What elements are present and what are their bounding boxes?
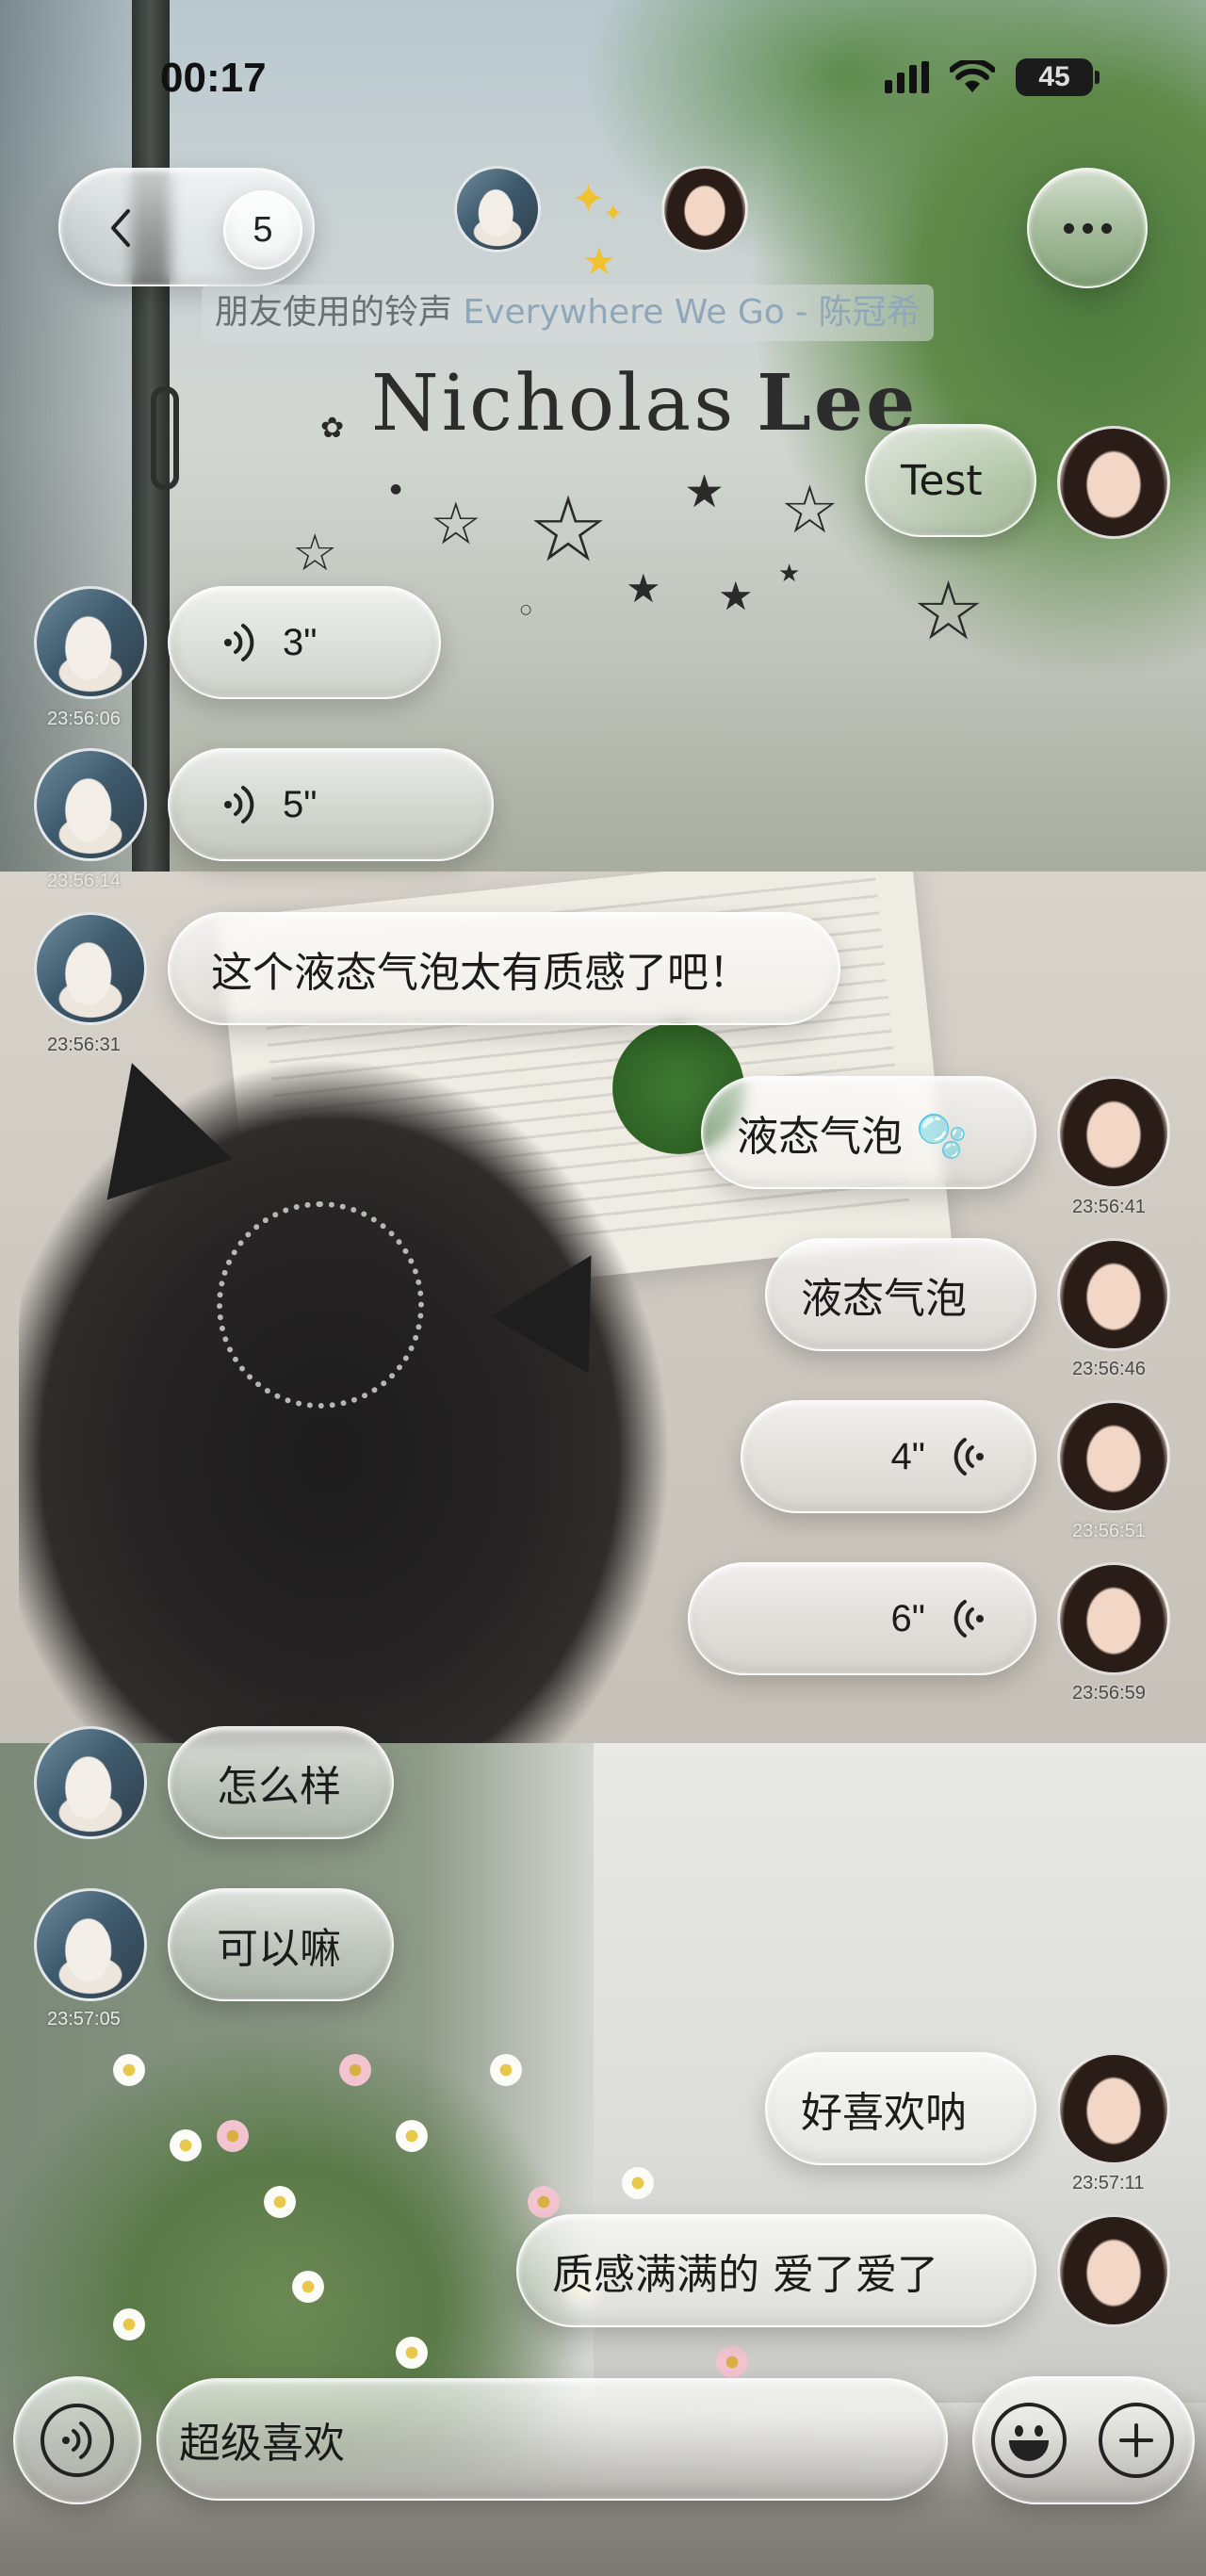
voice-wave-icon <box>224 624 254 661</box>
contact-avatar[interactable] <box>34 1888 147 2001</box>
name-first: Nicholas <box>371 359 737 448</box>
sparkle-icon: ✦ <box>571 175 606 223</box>
message-timestamp: 23:56:46 <box>1072 1359 1146 1379</box>
message-bubble-outgoing[interactable]: 好喜欢呐 <box>765 2052 1036 2165</box>
status-icons: 45 <box>885 58 1100 96</box>
my-avatar[interactable] <box>1057 1562 1170 1675</box>
battery-icon: 45 <box>1016 58 1100 96</box>
message-input-value: 超级喜欢 <box>179 2420 345 2468</box>
status-time: 00:17 <box>160 55 267 101</box>
contact-avatar[interactable] <box>34 748 147 861</box>
voice-toggle-icon <box>41 2404 114 2477</box>
message-timestamp: 23:56:51 <box>1072 1521 1146 1541</box>
message-text: 可以嘛 <box>217 1925 341 1973</box>
star-doodle: ☆ <box>292 523 338 582</box>
star-doodle: ★ <box>778 560 801 588</box>
message-input[interactable]: 超级喜欢 <box>156 2378 948 2501</box>
wifi-icon <box>950 60 995 94</box>
contact-avatar[interactable] <box>34 586 147 699</box>
my-avatar[interactable] <box>1057 2214 1170 2327</box>
contact-avatar[interactable] <box>454 166 541 253</box>
star-doodle: ☆ <box>430 489 482 558</box>
message-timestamp: 23:57:05 <box>47 2009 121 2030</box>
contact-avatar[interactable] <box>34 912 147 1025</box>
voice-duration: 4" <box>890 1435 925 1477</box>
voice-message-outgoing[interactable]: 4" <box>741 1400 1036 1513</box>
message-text: 这个液态气泡太有质感了吧！ <box>211 949 750 997</box>
voice-input-toggle[interactable] <box>13 2376 141 2504</box>
voice-wave-icon <box>953 1438 984 1475</box>
clover-outline-decoration <box>217 1201 424 1409</box>
voice-duration: 3" <box>283 621 318 663</box>
message-text: Test <box>901 456 983 505</box>
my-avatar[interactable] <box>1057 1238 1170 1351</box>
message-timestamp: 23:56:31 <box>47 1035 121 1055</box>
back-chevron-icon <box>111 209 130 247</box>
black-cat <box>19 1042 678 1743</box>
star-doodle: ★ <box>626 565 661 611</box>
message-text: 好喜欢呐 <box>801 2089 967 2137</box>
more-icon <box>1063 222 1074 234</box>
my-avatar[interactable] <box>1057 426 1170 539</box>
my-avatar[interactable] <box>661 166 748 253</box>
message-timestamp: 23:56:59 <box>1072 1683 1146 1704</box>
my-avatar[interactable] <box>1057 1400 1170 1513</box>
message-bubble-outgoing[interactable]: 质感满满的 爱了爱了 <box>516 2214 1036 2327</box>
voice-duration: 6" <box>890 1597 925 1639</box>
message-timestamp: 23:57:11 <box>1072 2173 1145 2193</box>
message-text: 质感满满的 爱了爱了 <box>552 2251 938 2299</box>
message-timestamp: 23:56:14 <box>47 871 121 891</box>
voice-message-incoming[interactable]: 3" <box>168 586 441 699</box>
ringtone-song: Everywhere We Go - 陈冠希 <box>463 293 921 332</box>
plus-icon[interactable] <box>1099 2403 1174 2478</box>
voice-duration: 5" <box>283 783 318 825</box>
message-text: 怎么样 <box>217 1763 341 1811</box>
message-text: 液态气泡 🫧 <box>737 1113 968 1161</box>
my-avatar[interactable] <box>1057 2052 1170 2165</box>
back-button[interactable]: 5 <box>58 168 315 286</box>
emoji-icon[interactable] <box>991 2403 1067 2478</box>
star-doodle: ☆ <box>780 471 839 548</box>
sparkle-icon: ✦ <box>603 200 624 228</box>
star-icon: ★ <box>582 240 616 284</box>
star-doodle: ★ <box>684 465 725 518</box>
message-bubble-outgoing[interactable]: 液态气泡 🫧 <box>701 1076 1036 1189</box>
star-doodle: ● <box>390 481 402 497</box>
message-text: 液态气泡 <box>801 1275 967 1323</box>
voice-message-outgoing[interactable]: 6" <box>688 1562 1036 1675</box>
message-bubble-outgoing[interactable]: Test <box>865 424 1036 537</box>
star-doodle: ○ <box>520 602 532 617</box>
star-doodle: ★ <box>718 573 754 619</box>
contact-avatar[interactable] <box>34 1726 147 1839</box>
message-bubble-incoming[interactable]: 这个液态气泡太有质感了吧！ <box>168 912 840 1025</box>
message-timestamp: 23:56:06 <box>47 709 121 729</box>
unread-count-badge: 5 <box>223 190 302 269</box>
more-button[interactable] <box>1027 168 1148 288</box>
message-timestamp: 23:56:41 <box>1072 1197 1146 1217</box>
star-doodle: ☆ <box>912 564 986 659</box>
star-doodle: ✿ <box>320 412 345 445</box>
star-doodle: ☆ <box>528 477 610 582</box>
signal-icon <box>885 61 929 93</box>
contact-name-art: Nicholas Lee <box>371 358 918 448</box>
message-bubble-incoming[interactable]: 怎么样 <box>168 1726 394 1839</box>
voice-wave-icon <box>224 786 254 823</box>
ringtone-info[interactable]: 朋友使用的铃声 Everywhere We Go - 陈冠希 <box>202 285 934 341</box>
my-avatar[interactable] <box>1057 1076 1170 1189</box>
voice-message-incoming[interactable]: 5" <box>168 748 494 861</box>
ringtone-prefix: 朋友使用的铃声 <box>215 293 453 332</box>
window-handle <box>151 386 179 490</box>
voice-wave-icon <box>953 1600 984 1638</box>
message-bubble-incoming[interactable]: 可以嘛 <box>168 1888 394 2001</box>
window-glass <box>0 0 141 872</box>
message-bubble-outgoing[interactable]: 液态气泡 <box>765 1238 1036 1351</box>
